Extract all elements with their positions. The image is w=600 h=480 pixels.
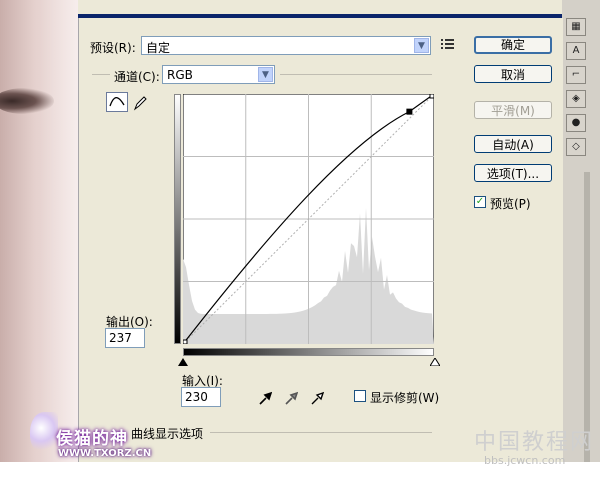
input-gradient-bar bbox=[183, 348, 434, 356]
watermark-right: 中国教程网 bbs.jcwcn.com bbox=[470, 424, 596, 474]
curve-control-point[interactable] bbox=[406, 108, 413, 115]
cancel-button[interactable]: 取消 bbox=[474, 65, 552, 83]
preset-value: 自定 bbox=[146, 41, 171, 55]
preview-label: 预览(P) bbox=[490, 197, 531, 211]
curve-tool-button[interactable] bbox=[106, 92, 128, 112]
group-border-top-right bbox=[280, 74, 432, 75]
chevron-down-icon[interactable]: ▼ bbox=[258, 67, 273, 82]
output-field[interactable]: 237 bbox=[105, 328, 145, 348]
channel-label: 通道(C): bbox=[114, 70, 160, 84]
curve-graph[interactable] bbox=[183, 94, 434, 344]
output-gradient-bar bbox=[174, 94, 181, 344]
channels-icon[interactable]: ● bbox=[566, 114, 586, 132]
chevron-down-icon[interactable]: ▼ bbox=[414, 38, 429, 53]
options-button[interactable]: 选项(T)... bbox=[474, 164, 552, 182]
curve-end-point-bottom[interactable] bbox=[183, 339, 188, 344]
show-clipping-checkbox[interactable] bbox=[354, 390, 366, 402]
curve-point-icon bbox=[109, 96, 125, 107]
black-slider-icon[interactable] bbox=[178, 358, 188, 366]
checkmark-icon: ✓ bbox=[475, 196, 485, 207]
preview-checkbox[interactable]: ✓ bbox=[474, 196, 486, 208]
wing-logo-icon bbox=[30, 412, 58, 452]
watermark-left: 侯猫的神 WWW.TXORZ.CN bbox=[30, 404, 190, 468]
layers-icon[interactable]: ◈ bbox=[566, 90, 586, 108]
curve-end-point-top[interactable] bbox=[429, 94, 434, 99]
group-border-top-left bbox=[92, 74, 110, 75]
list-options-icon[interactable] bbox=[440, 38, 456, 52]
watermark-left-url: WWW.TXORZ.CN bbox=[58, 448, 152, 459]
channel-value: RGB bbox=[167, 68, 193, 82]
display-options-divider bbox=[210, 432, 432, 433]
show-clipping-label: 显示修剪(W) bbox=[370, 391, 440, 405]
preset-label: 预设(R): bbox=[90, 41, 136, 55]
preset-dropdown[interactable]: 自定 ▼ bbox=[141, 36, 431, 55]
white-slider-icon[interactable] bbox=[430, 358, 440, 366]
ok-button[interactable]: 确定 bbox=[474, 36, 552, 54]
smooth-button[interactable]: 平滑(M) bbox=[474, 101, 552, 119]
paths-icon[interactable]: ◇ bbox=[566, 138, 586, 156]
text-icon[interactable]: A bbox=[566, 42, 586, 60]
watermark-right-url: bbs.jcwcn.com bbox=[484, 454, 566, 467]
curve-graph-area[interactable] bbox=[183, 94, 434, 344]
watermark-left-main: 侯猫的神 bbox=[56, 429, 128, 449]
auto-button[interactable]: 自动(A) bbox=[474, 135, 552, 153]
photo-shade bbox=[40, 0, 78, 462]
channel-dropdown[interactable]: RGB ▼ bbox=[162, 65, 275, 84]
history-icon[interactable]: ▦ bbox=[566, 18, 586, 36]
gray-point-eyedropper-icon[interactable] bbox=[284, 390, 298, 406]
watermark-right-main: 中国教程网 bbox=[474, 430, 595, 455]
canvas-photo bbox=[0, 0, 78, 462]
path-icon[interactable]: ⌐ bbox=[566, 66, 586, 84]
dialog-title-bar[interactable] bbox=[78, 0, 562, 18]
black-point-eyedropper-icon[interactable] bbox=[258, 390, 272, 406]
panel-scrollbar[interactable] bbox=[584, 172, 590, 462]
white-point-eyedropper-icon[interactable] bbox=[310, 390, 324, 406]
pencil-icon[interactable] bbox=[132, 94, 148, 112]
